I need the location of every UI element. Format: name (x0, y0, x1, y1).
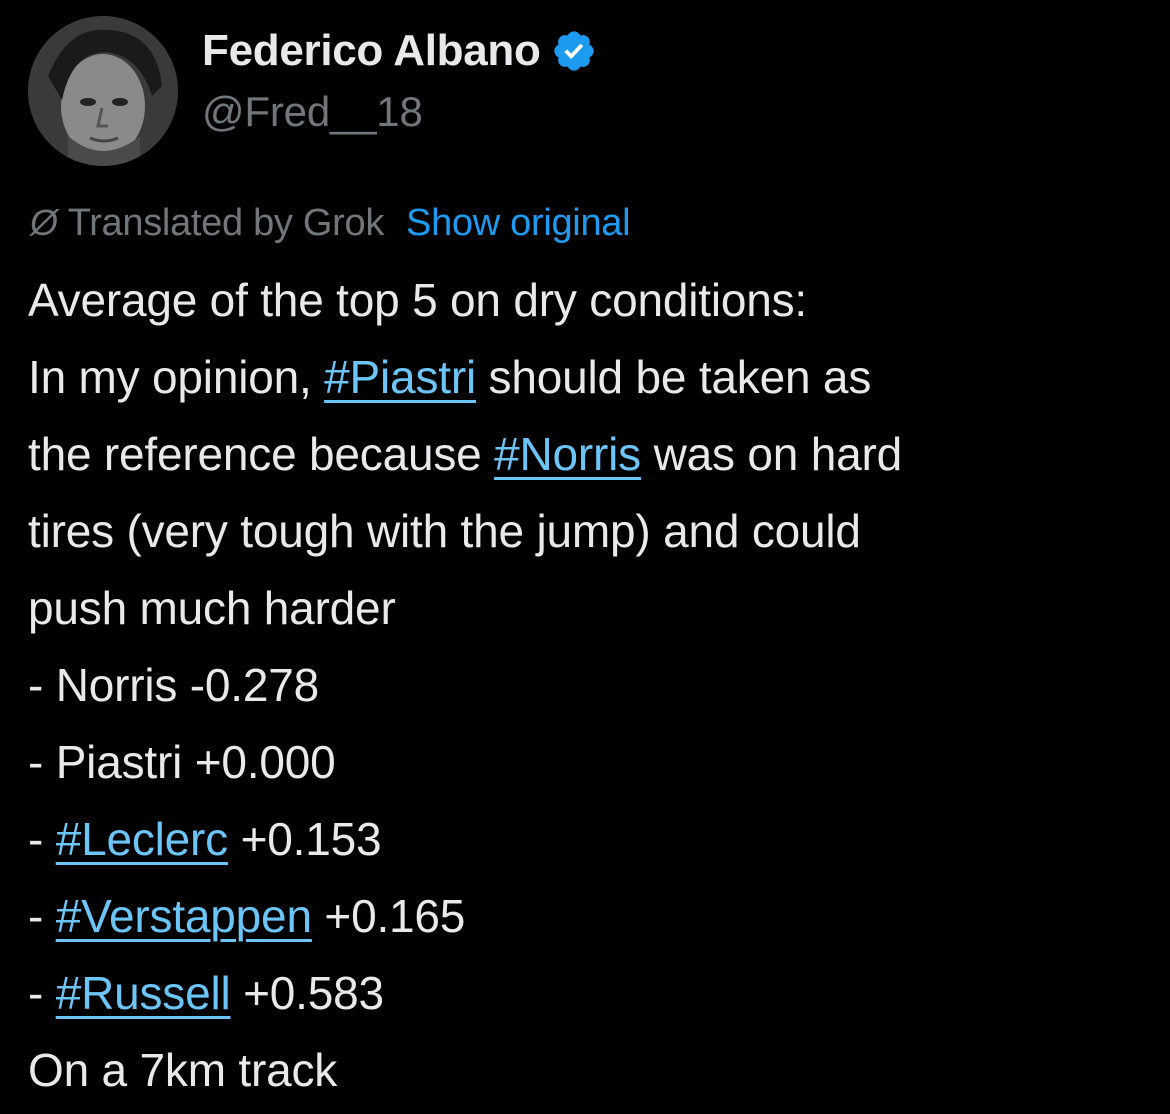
tweet-text: Average of the top 5 on dry conditions: … (28, 262, 1148, 1109)
tweet-text-segment: In my opinion, (28, 351, 325, 403)
result-prefix: - (28, 967, 56, 1019)
tweet-text-segment: On a 7km track (28, 1044, 338, 1096)
verified-badge-icon[interactable] (551, 28, 597, 74)
hashtag-leclerc-link[interactable]: #Leclerc (56, 813, 228, 865)
hashtag-verstappen-link[interactable]: #Verstappen (56, 890, 312, 942)
tweet-text-segment: should be taken as (475, 351, 872, 403)
result-line-russell: - #Russell +0.583 (28, 955, 1148, 1032)
result-gap: +0.165 (311, 890, 466, 942)
result-gap: +0.583 (230, 967, 384, 1019)
result-line-verstappen: - #Verstappen +0.165 (28, 878, 1148, 955)
tweet-text-segment: Average of the top 5 on dry conditions: (28, 274, 807, 326)
result-prefix: - (28, 890, 56, 942)
author-names: Federico Albano @Fred__18 (202, 22, 597, 136)
result-prefix: - (28, 736, 56, 788)
tweet-line: Average of the top 5 on dry conditions: (28, 262, 1148, 339)
tweet-header: Federico Albano @Fred__18 (28, 8, 1148, 166)
show-original-link[interactable]: Show original (406, 202, 631, 245)
display-name-row[interactable]: Federico Albano (202, 22, 597, 80)
result-line-piastri: - Piastri +0.000 (28, 724, 1148, 801)
author-handle[interactable]: @Fred__18 (202, 88, 597, 136)
result-prefix: - (28, 813, 56, 865)
result-gap: +0.000 (182, 736, 336, 788)
tweet-text-segment: push much harder (28, 582, 396, 634)
result-driver: Norris (55, 659, 178, 711)
tweet-text-segment: was on hard (640, 428, 903, 480)
tweet-line: tires (very tough with the jump) and cou… (28, 493, 1148, 570)
translate-icon: Ø (30, 202, 58, 243)
tweet-line: push much harder (28, 570, 1148, 647)
result-line-leclerc: - #Leclerc +0.153 (28, 801, 1148, 878)
tweet-line: the reference because #Norris was on har… (28, 416, 1148, 493)
hashtag-norris-link[interactable]: #Norris (494, 428, 641, 480)
result-gap: +0.153 (227, 813, 382, 865)
hashtag-piastri-link[interactable]: #Piastri (324, 351, 476, 403)
tweet-text-segment: tires (very tough with the jump) and cou… (28, 505, 861, 557)
translated-by-label: Translated by Grok (67, 201, 385, 244)
profile-photo-icon[interactable] (28, 16, 178, 166)
result-driver: Piastri (55, 736, 183, 788)
result-line-norris: - Norris -0.278 (28, 647, 1148, 724)
result-prefix: - (28, 659, 56, 711)
translation-bar: Ø Translated by Grok Show original (30, 196, 631, 250)
tweet-line: In my opinion, #Piastri should be taken … (28, 339, 1148, 416)
display-name[interactable]: Federico Albano (202, 26, 541, 76)
hashtag-russell-link[interactable]: #Russell (56, 967, 231, 1019)
tweet-line: On a 7km track (28, 1032, 1148, 1109)
result-gap: -0.278 (177, 659, 319, 711)
tweet-text-segment: the reference because (28, 428, 495, 480)
